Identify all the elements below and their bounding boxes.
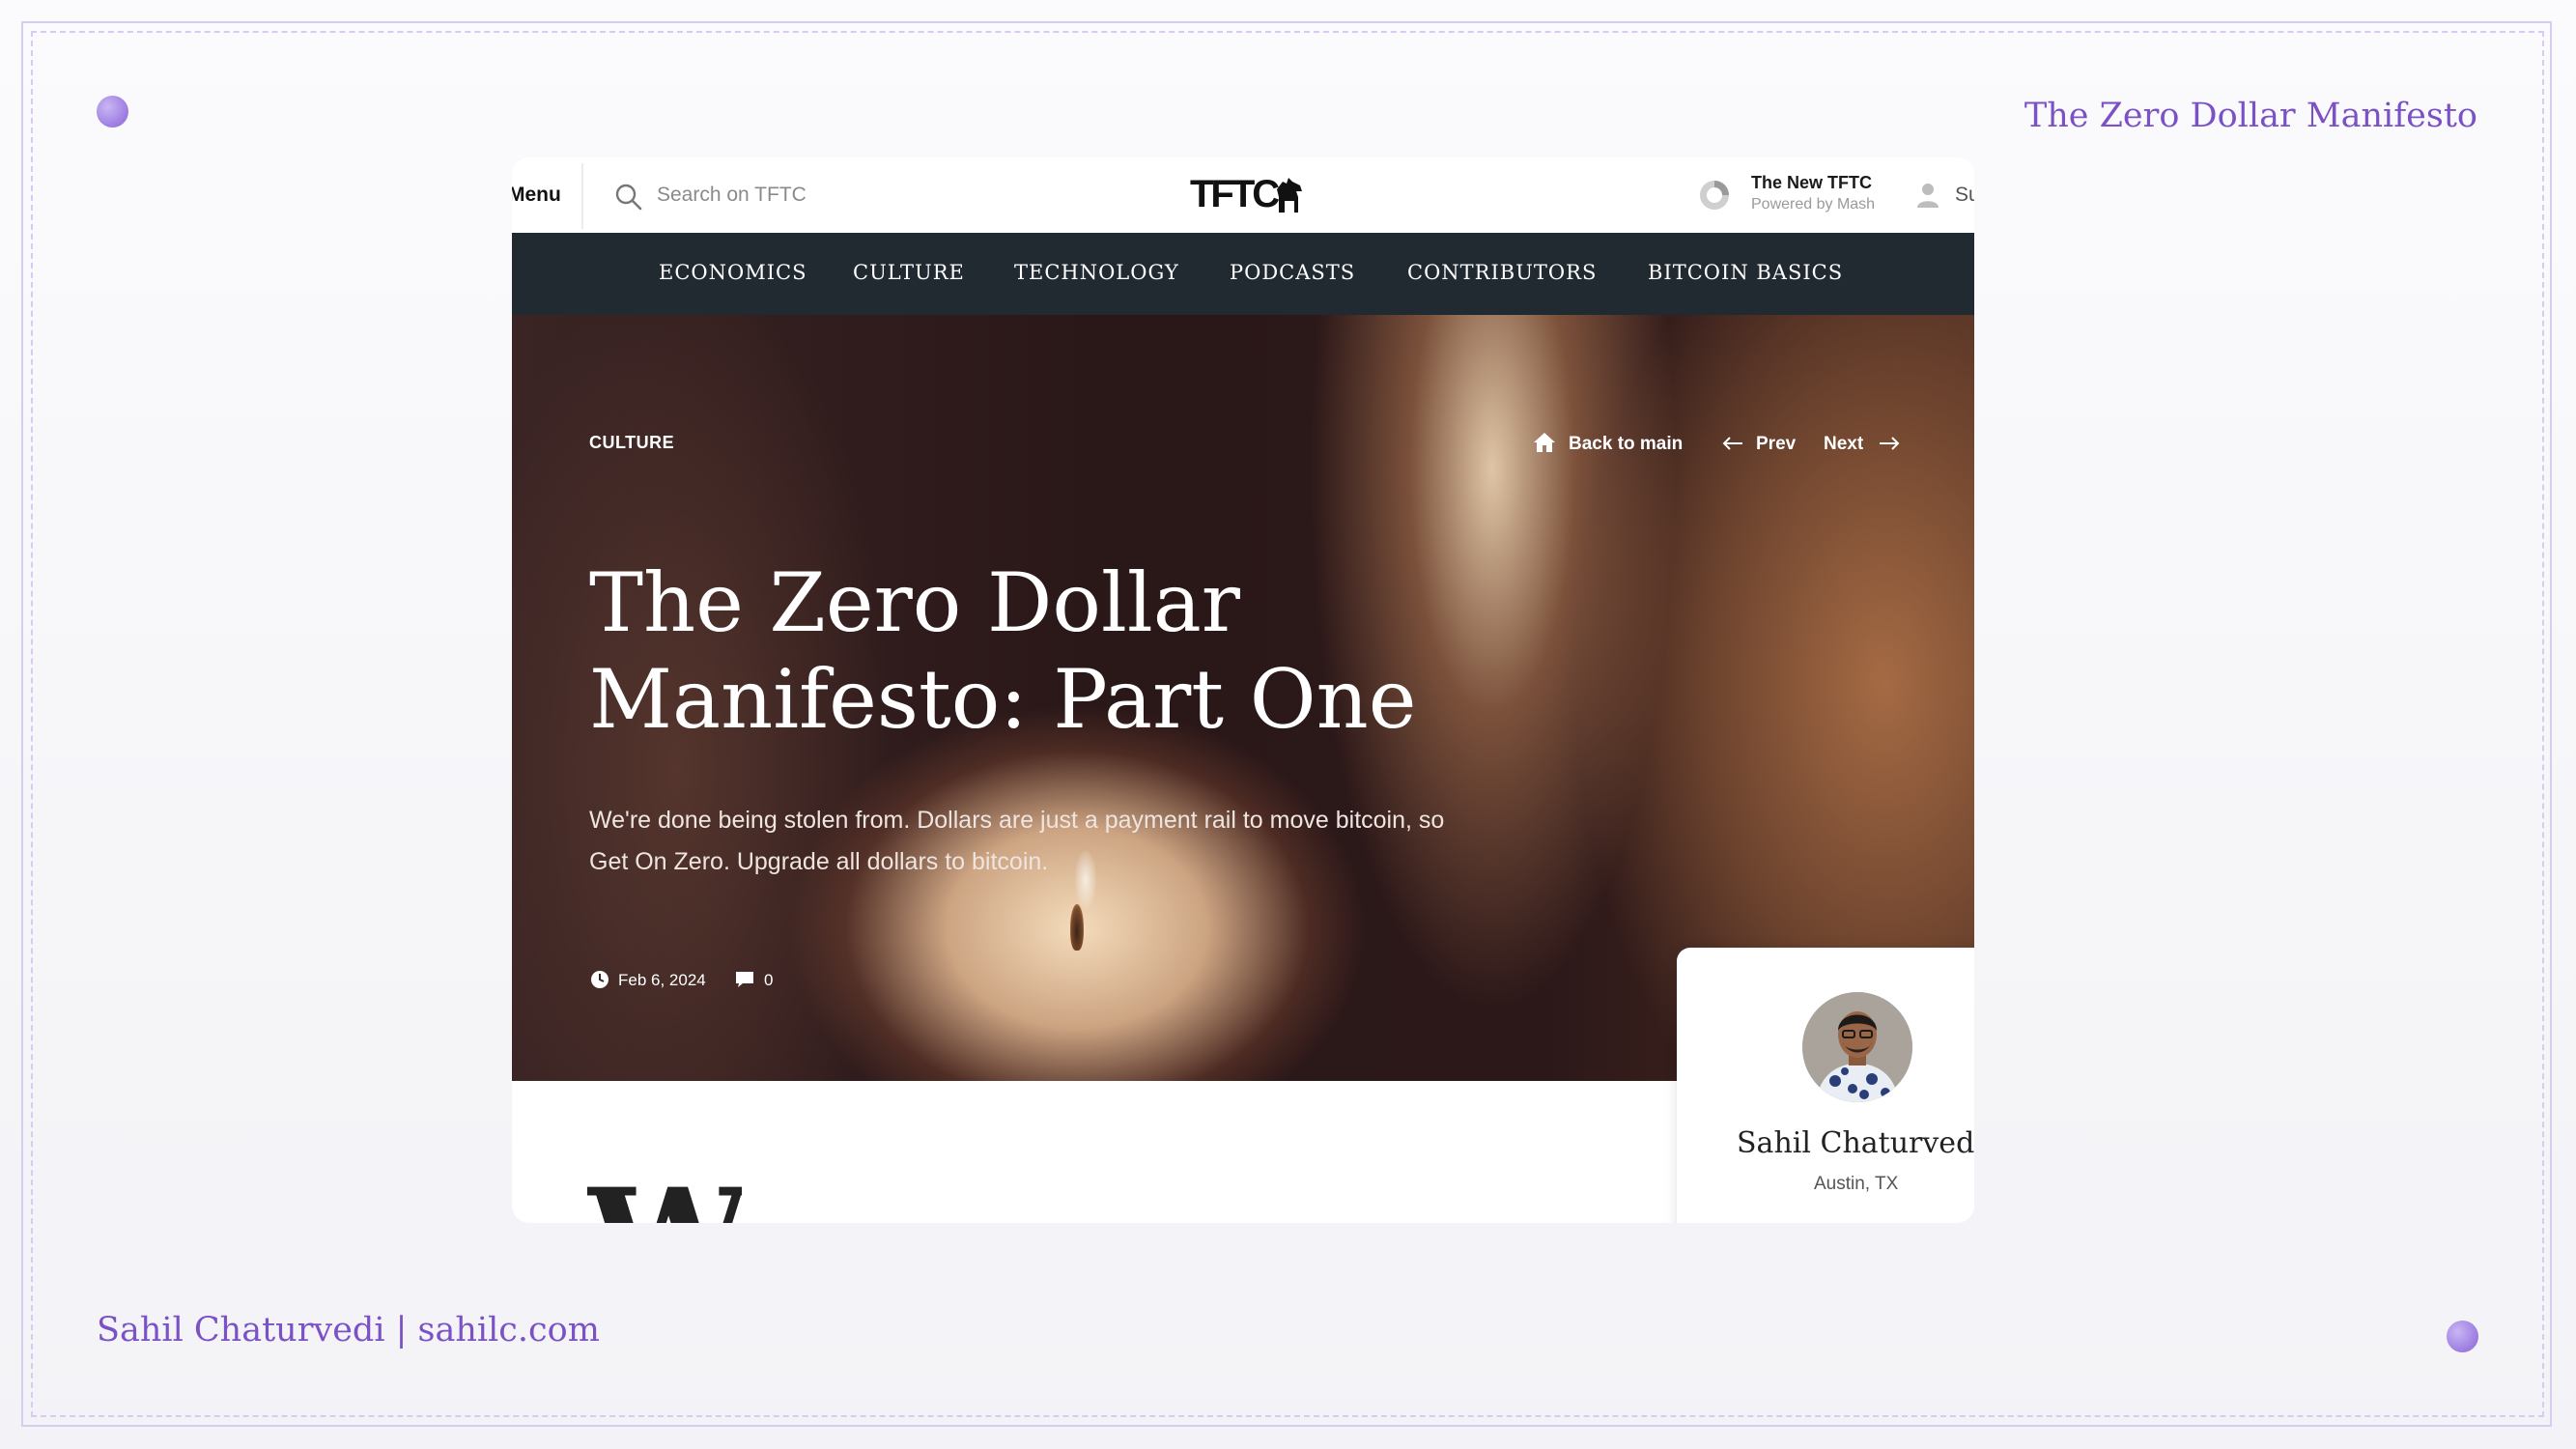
horse-icon	[1277, 178, 1302, 213]
author-portrait	[1802, 992, 1912, 1102]
decorative-dot-top-left	[97, 96, 128, 128]
promo-subtitle: Powered by Mash	[1751, 196, 1876, 213]
nav-item-technology[interactable]: TECHNOLOGY	[1014, 261, 1179, 284]
author-name[interactable]: Sahil Chaturvedi	[1737, 1126, 1974, 1160]
nav-item-culture[interactable]: CULTURE	[853, 261, 965, 284]
subscribe-link[interactable]: Su	[1955, 184, 1974, 207]
article-deck-line-1: We're done being stolen from. Dollars ar…	[589, 807, 1445, 834]
dropcap-letter: W	[587, 1170, 742, 1223]
publish-date: Feb 6, 2024	[618, 971, 706, 989]
article-deck-line-2: Get On Zero. Upgrade all dollars to bitc…	[589, 848, 1049, 875]
site-logo[interactable]: TFTC	[1190, 173, 1280, 216]
comment-icon[interactable]	[735, 971, 754, 988]
author-avatar[interactable]	[1802, 992, 1912, 1102]
article-title: The Zero Dollar Manifesto: Part One	[589, 554, 1458, 748]
article-title-line-1: The Zero Dollar	[589, 555, 1240, 650]
category-nav: ECONOMICS CULTURE TECHNOLOGY PODCASTS CO…	[512, 233, 1974, 315]
nav-item-economics[interactable]: ECONOMICS	[659, 261, 807, 284]
arrow-right-icon[interactable]	[1878, 435, 1901, 452]
candle-flame	[1070, 904, 1084, 951]
clock-icon	[591, 971, 609, 988]
header-divider	[581, 163, 583, 229]
arrow-left-icon[interactable]	[1721, 435, 1744, 452]
mash-logo-icon	[1700, 181, 1729, 210]
next-link[interactable]: Next	[1824, 434, 1863, 455]
article-title-line-2: Manifesto: Part One	[589, 652, 1417, 747]
decorative-dot-bottom-right	[2447, 1321, 2478, 1352]
prev-link[interactable]: Prev	[1756, 434, 1796, 455]
back-to-main-link[interactable]: Back to main	[1569, 434, 1683, 455]
home-icon[interactable]	[1533, 431, 1556, 454]
user-icon[interactable]	[1916, 182, 1939, 209]
menu-button[interactable]: Menu	[512, 184, 561, 207]
site-header: Menu Search on TFTC TFTC The New TFTC Po…	[512, 157, 1974, 233]
author-card[interactable]: Sahil Chaturvedi Austin, TX	[1677, 948, 1974, 1223]
nav-item-contributors[interactable]: CONTRIBUTORS	[1407, 261, 1597, 284]
slide-title: The Zero Dollar Manifesto	[2024, 97, 2477, 135]
comment-count[interactable]: 0	[764, 971, 773, 990]
search-icon[interactable]	[614, 183, 643, 212]
author-location: Austin, TX	[1814, 1174, 1899, 1194]
category-tag[interactable]: CULTURE	[589, 433, 674, 453]
article-dropcap: W	[587, 1170, 742, 1223]
footer-credit: Sahil Chaturvedi | sahilc.com	[97, 1311, 600, 1350]
article-deck: We're done being stolen from. Dollars ar…	[589, 800, 1497, 883]
search-input[interactable]: Search on TFTC	[657, 184, 807, 207]
nav-item-podcasts[interactable]: PODCASTS	[1230, 261, 1355, 284]
nav-item-bitcoin-basics[interactable]: BITCOIN BASICS	[1648, 261, 1843, 284]
website-screenshot: Menu Search on TFTC TFTC The New TFTC Po…	[512, 157, 1974, 1223]
promo-title[interactable]: The New TFTC	[1751, 173, 1872, 193]
